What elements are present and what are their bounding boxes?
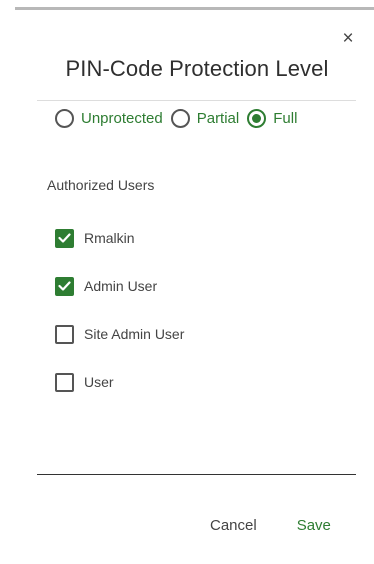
radio-unprotected[interactable] [55, 108, 74, 128]
user-item-site-admin-user[interactable]: Site Admin User [55, 324, 184, 344]
radio-partial[interactable] [170, 108, 190, 128]
user-label-rmalkin[interactable]: Rmalkin [84, 230, 135, 246]
checkbox-rmalkin[interactable] [55, 228, 74, 248]
radio-option-unprotected[interactable]: Unprotected [55, 108, 163, 128]
cancel-button[interactable]: Cancel [210, 517, 257, 534]
radio-option-full[interactable]: Full [247, 108, 297, 128]
save-button[interactable]: Save [297, 517, 331, 534]
title-divider [37, 100, 356, 101]
radio-label-unprotected[interactable]: Unprotected [81, 110, 163, 127]
checkbox-admin-user[interactable] [55, 276, 74, 296]
user-label-site-admin-user[interactable]: Site Admin User [84, 326, 184, 342]
checkbox-user[interactable] [55, 372, 74, 392]
top-border-bar [15, 7, 374, 10]
protection-level-radio-group: Unprotected Partial Full [55, 106, 305, 130]
user-item-rmalkin[interactable]: Rmalkin [55, 228, 184, 248]
user-label-admin-user[interactable]: Admin User [84, 278, 157, 294]
dialog-title: PIN-Code Protection Level [65, 56, 329, 81]
radio-label-partial[interactable]: Partial [197, 110, 240, 127]
radio-full[interactable] [247, 108, 267, 128]
checkbox-site-admin-user[interactable] [55, 324, 74, 344]
user-label-user[interactable]: User [84, 374, 114, 390]
radio-option-partial[interactable]: Partial [170, 108, 240, 128]
dialog-footer-actions: Cancel Save [200, 517, 331, 534]
close-button[interactable]: × [338, 28, 358, 48]
close-icon[interactable]: × [342, 29, 353, 48]
radio-label-full[interactable]: Full [273, 110, 297, 127]
checkmark-icon [58, 281, 71, 291]
authorized-users-label: Authorized Users [47, 177, 155, 193]
user-item-user[interactable]: User [55, 372, 184, 392]
authorized-users-list: Rmalkin Admin User Site Admin User User [55, 228, 184, 420]
checkmark-icon [58, 233, 71, 243]
user-item-admin-user[interactable]: Admin User [55, 276, 184, 296]
footer-divider [37, 474, 356, 475]
